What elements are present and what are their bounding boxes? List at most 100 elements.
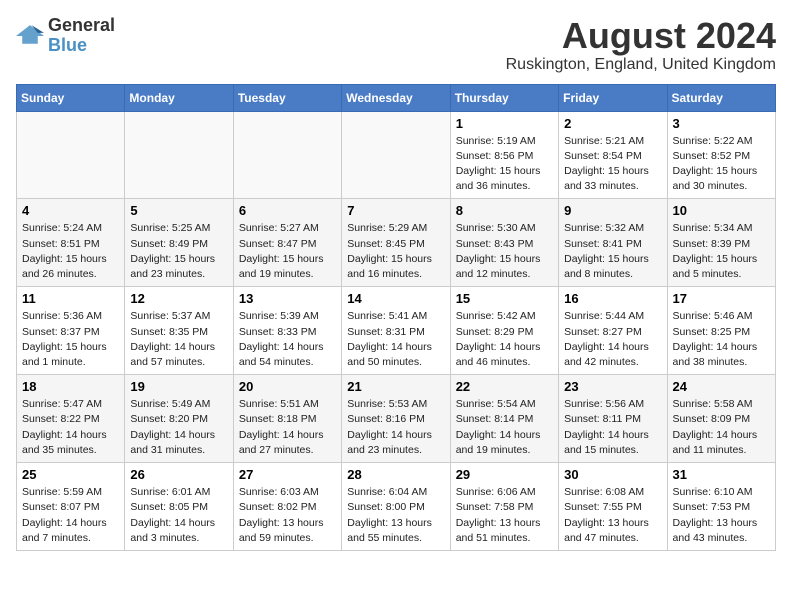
day-number: 17: [673, 291, 770, 306]
weekday-header-saturday: Saturday: [667, 84, 775, 111]
day-number: 23: [564, 379, 661, 394]
calendar-day-17: 17 Sunrise: 5:46 AM Sunset: 8:25 PM Dayli…: [667, 287, 775, 375]
calendar-day-4: 4Sunrise: 5:24 AM Sunset: 8:51 PM Daylig…: [17, 199, 125, 287]
day-number: 1: [456, 116, 553, 131]
calendar-day-14: 14 Sunrise: 5:41 AM Sunset: 8:31 PM Dayli…: [342, 287, 450, 375]
day-info: Sunrise: 5:44 AM Sunset: 8:27 PM Dayligh…: [564, 309, 661, 370]
day-number: 19: [130, 379, 227, 394]
weekday-header-thursday: Thursday: [450, 84, 558, 111]
day-info: Sunrise: 5:22 AM Sunset: 8:52 PM Dayligh…: [673, 134, 770, 195]
day-info: Sunrise: 5:56 AM Sunset: 8:11 PM Dayligh…: [564, 397, 661, 458]
calendar-day-20: 20 Sunrise: 5:51 AM Sunset: 8:18 PM Dayli…: [233, 375, 341, 463]
day-number: 6: [239, 203, 336, 218]
day-info: Sunrise: 5:32 AM Sunset: 8:41 PM Dayligh…: [564, 221, 661, 282]
day-info: Sunrise: 5:51 AM Sunset: 8:18 PM Dayligh…: [239, 397, 336, 458]
day-info: Sunrise: 5:39 AM Sunset: 8:33 PM Dayligh…: [239, 309, 336, 370]
weekday-header-wednesday: Wednesday: [342, 84, 450, 111]
calendar-day-11: 11Sunrise: 5:36 AM Sunset: 8:37 PM Dayli…: [17, 287, 125, 375]
day-info: Sunrise: 5:46 AM Sunset: 8:25 PM Dayligh…: [673, 309, 770, 370]
calendar-day-15: 15Sunrise: 5:42 AM Sunset: 8:29 PM Dayli…: [450, 287, 558, 375]
day-info: Sunrise: 5:34 AM Sunset: 8:39 PM Dayligh…: [673, 221, 770, 282]
day-number: 2: [564, 116, 661, 131]
day-info: Sunrise: 5:25 AM Sunset: 8:49 PM Dayligh…: [130, 221, 227, 282]
day-number: 18: [22, 379, 119, 394]
calendar-week-2: 4Sunrise: 5:24 AM Sunset: 8:51 PM Daylig…: [17, 199, 776, 287]
calendar-day-19: 19 Sunrise: 5:49 AM Sunset: 8:20 PM Dayli…: [125, 375, 233, 463]
day-number: 10: [673, 203, 770, 218]
day-number: 11: [22, 291, 119, 306]
weekday-header-sunday: Sunday: [17, 84, 125, 111]
day-number: 14: [347, 291, 444, 306]
page-header: General Blue August 2024 Ruskington, Eng…: [16, 16, 776, 74]
day-number: 24: [673, 379, 770, 394]
day-info: Sunrise: 6:04 AM Sunset: 8:00 PM Dayligh…: [347, 485, 444, 546]
day-info: Sunrise: 5:49 AM Sunset: 8:20 PM Dayligh…: [130, 397, 227, 458]
calendar-day-23: 23 Sunrise: 5:56 AM Sunset: 8:11 PM Dayli…: [559, 375, 667, 463]
calendar-day-29: 29 Sunrise: 6:06 AM Sunset: 7:58 PM Dayli…: [450, 463, 558, 551]
day-info: Sunrise: 6:08 AM Sunset: 7:55 PM Dayligh…: [564, 485, 661, 546]
day-number: 16: [564, 291, 661, 306]
day-number: 20: [239, 379, 336, 394]
calendar-day-7: 7 Sunrise: 5:29 AM Sunset: 8:45 PM Daylig…: [342, 199, 450, 287]
day-info: Sunrise: 5:59 AM Sunset: 8:07 PM Dayligh…: [22, 485, 119, 546]
calendar-day-26: 26 Sunrise: 6:01 AM Sunset: 8:05 PM Dayli…: [125, 463, 233, 551]
day-info: Sunrise: 5:47 AM Sunset: 8:22 PM Dayligh…: [22, 397, 119, 458]
day-number: 22: [456, 379, 553, 394]
calendar-day-25: 25 Sunrise: 5:59 AM Sunset: 8:07 PM Dayli…: [17, 463, 125, 551]
calendar-day-1: 1 Sunrise: 5:19 AM Sunset: 8:56 PM Daylig…: [450, 111, 558, 199]
day-info: Sunrise: 6:01 AM Sunset: 8:05 PM Dayligh…: [130, 485, 227, 546]
day-number: 8: [456, 203, 553, 218]
day-info: Sunrise: 5:42 AM Sunset: 8:29 PM Dayligh…: [456, 309, 553, 370]
day-info: Sunrise: 6:03 AM Sunset: 8:02 PM Dayligh…: [239, 485, 336, 546]
day-number: 29: [456, 467, 553, 482]
day-number: 4: [22, 203, 119, 218]
logo-icon: [16, 22, 44, 50]
day-number: 30: [564, 467, 661, 482]
day-number: 31: [673, 467, 770, 482]
day-info: Sunrise: 5:53 AM Sunset: 8:16 PM Dayligh…: [347, 397, 444, 458]
day-info: Sunrise: 5:54 AM Sunset: 8:14 PM Dayligh…: [456, 397, 553, 458]
day-number: 12: [130, 291, 227, 306]
day-info: Sunrise: 5:19 AM Sunset: 8:56 PM Dayligh…: [456, 134, 553, 195]
calendar-day-31: 31Sunrise: 6:10 AM Sunset: 7:53 PM Dayli…: [667, 463, 775, 551]
day-number: 25: [22, 467, 119, 482]
logo-text-blue: Blue: [48, 36, 115, 56]
calendar-day-3: 3 Sunrise: 5:22 AM Sunset: 8:52 PM Daylig…: [667, 111, 775, 199]
calendar-day-18: 18 Sunrise: 5:47 AM Sunset: 8:22 PM Dayli…: [17, 375, 125, 463]
day-info: Sunrise: 5:41 AM Sunset: 8:31 PM Dayligh…: [347, 309, 444, 370]
day-info: Sunrise: 5:58 AM Sunset: 8:09 PM Dayligh…: [673, 397, 770, 458]
day-info: Sunrise: 5:30 AM Sunset: 8:43 PM Dayligh…: [456, 221, 553, 282]
weekday-header-tuesday: Tuesday: [233, 84, 341, 111]
day-info: Sunrise: 6:06 AM Sunset: 7:58 PM Dayligh…: [456, 485, 553, 546]
day-info: Sunrise: 5:29 AM Sunset: 8:45 PM Dayligh…: [347, 221, 444, 282]
calendar-week-5: 25 Sunrise: 5:59 AM Sunset: 8:07 PM Dayli…: [17, 463, 776, 551]
day-number: 3: [673, 116, 770, 131]
calendar-day-27: 27 Sunrise: 6:03 AM Sunset: 8:02 PM Dayli…: [233, 463, 341, 551]
day-number: 21: [347, 379, 444, 394]
title-area: August 2024 Ruskington, England, United …: [506, 16, 776, 74]
weekday-header-monday: Monday: [125, 84, 233, 111]
calendar-day-21: 21 Sunrise: 5:53 AM Sunset: 8:16 PM Dayli…: [342, 375, 450, 463]
calendar-day-30: 30 Sunrise: 6:08 AM Sunset: 7:55 PM Dayli…: [559, 463, 667, 551]
calendar-day-16: 16 Sunrise: 5:44 AM Sunset: 8:27 PM Dayli…: [559, 287, 667, 375]
weekday-header-friday: Friday: [559, 84, 667, 111]
calendar-day-12: 12Sunrise: 5:37 AM Sunset: 8:35 PM Dayli…: [125, 287, 233, 375]
calendar-day-9: 9 Sunrise: 5:32 AM Sunset: 8:41 PM Daylig…: [559, 199, 667, 287]
calendar-day-empty: [125, 111, 233, 199]
day-number: 28: [347, 467, 444, 482]
weekday-header-row: SundayMondayTuesdayWednesdayThursdayFrid…: [17, 84, 776, 111]
calendar-day-22: 22 Sunrise: 5:54 AM Sunset: 8:14 PM Dayli…: [450, 375, 558, 463]
day-info: Sunrise: 5:27 AM Sunset: 8:47 PM Dayligh…: [239, 221, 336, 282]
calendar-day-13: 13 Sunrise: 5:39 AM Sunset: 8:33 PM Dayli…: [233, 287, 341, 375]
day-number: 13: [239, 291, 336, 306]
month-year-title: August 2024: [506, 16, 776, 56]
day-number: 27: [239, 467, 336, 482]
calendar-week-1: 1 Sunrise: 5:19 AM Sunset: 8:56 PM Daylig…: [17, 111, 776, 199]
day-number: 9: [564, 203, 661, 218]
day-number: 26: [130, 467, 227, 482]
day-number: 7: [347, 203, 444, 218]
calendar-day-10: 10 Sunrise: 5:34 AM Sunset: 8:39 PM Dayli…: [667, 199, 775, 287]
day-number: 5: [130, 203, 227, 218]
calendar-day-6: 6 Sunrise: 5:27 AM Sunset: 8:47 PM Daylig…: [233, 199, 341, 287]
day-info: Sunrise: 5:21 AM Sunset: 8:54 PM Dayligh…: [564, 134, 661, 195]
